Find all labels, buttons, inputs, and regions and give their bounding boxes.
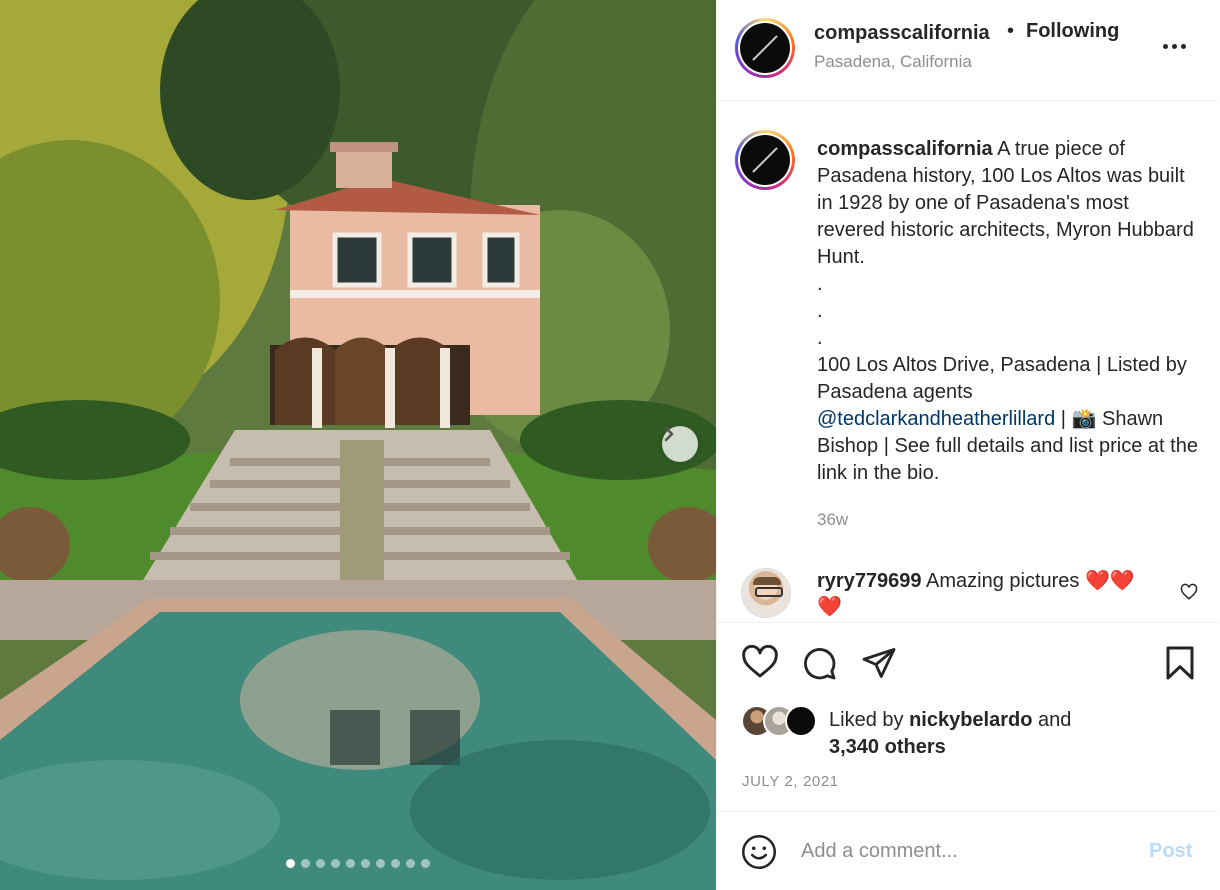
caption-dot: .: [817, 327, 823, 349]
author-username[interactable]: compasscalifornia: [814, 22, 990, 45]
caption-username[interactable]: compasscalifornia: [817, 138, 993, 160]
caption-author-avatar[interactable]: [735, 130, 795, 190]
post-date[interactable]: JULY 2, 2021: [742, 773, 839, 790]
share-send-icon[interactable]: [861, 645, 897, 681]
house-photo: [0, 0, 716, 890]
comment-bubble-icon[interactable]: [801, 645, 837, 681]
caption-mention-link[interactable]: @tedclarkandheatherlillard: [817, 408, 1055, 430]
header-separator: •: [1007, 20, 1015, 42]
save-bookmark-icon[interactable]: [1163, 645, 1197, 681]
more-dot-icon: [1172, 43, 1177, 49]
comment-item: ryry779699 Amazing pictures ❤️❤️❤️: [817, 568, 1157, 620]
caption-text-listing: 100 Los Altos Drive, Pasadena | Listed b…: [817, 354, 1187, 403]
location-link[interactable]: Pasadena, California: [814, 52, 972, 72]
post-actions: Liked by nickybelardo and 3,340 others J…: [717, 622, 1219, 812]
more-options-button[interactable]: [1163, 36, 1191, 56]
following-button[interactable]: Following: [1026, 20, 1119, 43]
chevron-right-icon: [664, 426, 674, 442]
carousel-dot: [406, 859, 415, 868]
carousel-dot: [331, 859, 340, 868]
likes-others-link[interactable]: 3,340 others: [829, 736, 946, 758]
carousel-dot: [316, 859, 325, 868]
likes-user-link[interactable]: nickybelardo: [909, 709, 1032, 731]
carousel-dot: [391, 859, 400, 868]
carousel-dot: [361, 859, 370, 868]
carousel-dot: [376, 859, 385, 868]
more-dot-icon: [1163, 43, 1168, 49]
post-caption: compasscalifornia A true piece of Pasade…: [817, 136, 1202, 487]
comments-section[interactable]: compasscalifornia A true piece of Pasade…: [717, 102, 1219, 622]
comment-heart-icon[interactable]: [1180, 583, 1198, 601]
more-dot-icon: [1181, 43, 1186, 49]
carousel-dot: [346, 859, 355, 868]
post-header: compasscalifornia • Following Pasadena, …: [717, 0, 1219, 101]
likes-prefix: Liked by: [829, 709, 904, 731]
post-comment-button[interactable]: Post: [1149, 840, 1192, 863]
comment-input[interactable]: [801, 836, 1121, 866]
author-avatar[interactable]: [735, 18, 795, 78]
post-image[interactable]: [0, 0, 716, 890]
commenter-username[interactable]: ryry779699: [817, 570, 922, 592]
like-heart-icon[interactable]: [741, 645, 779, 679]
carousel-dot: [421, 859, 430, 868]
likes-and: and: [1038, 709, 1072, 731]
carousel-indicator: [0, 859, 716, 868]
caption-dot: .: [817, 273, 823, 295]
carousel-dot: [286, 859, 295, 868]
add-comment-bar: Post: [717, 812, 1219, 890]
liker-avatar: [785, 705, 817, 737]
commenter-avatar[interactable]: [741, 568, 791, 618]
instagram-post: compasscalifornia • Following Pasadena, …: [0, 0, 1220, 890]
carousel-dot: [301, 859, 310, 868]
caption-dot: .: [817, 300, 823, 322]
caption-timestamp[interactable]: 36w: [817, 510, 848, 530]
post-sidebar: compasscalifornia • Following Pasadena, …: [716, 0, 1220, 890]
likes-summary: Liked by nickybelardo and 3,340 others: [829, 707, 1129, 761]
carousel-next-button[interactable]: [662, 426, 698, 462]
emoji-icon[interactable]: [741, 834, 777, 870]
